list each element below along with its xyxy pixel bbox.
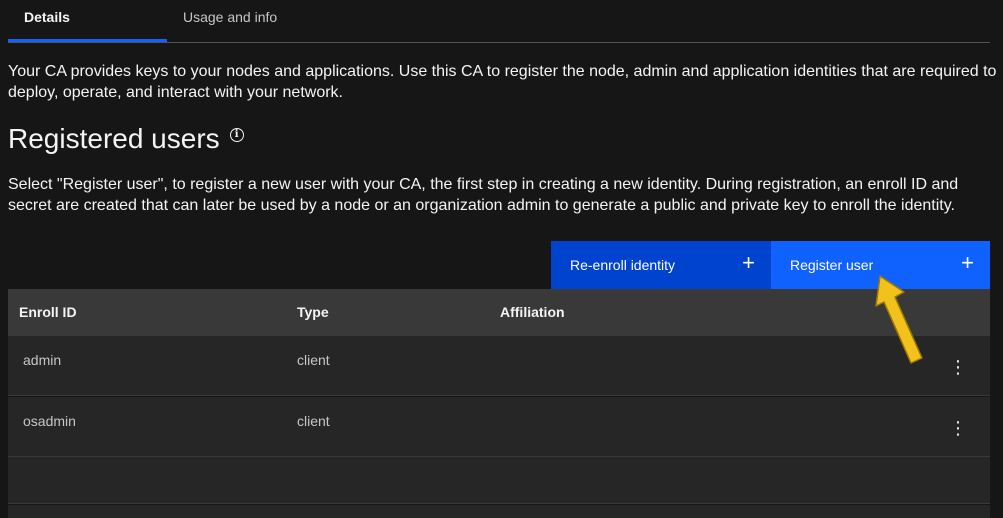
cell-type: client: [297, 413, 330, 429]
register-user-label: Register user: [790, 257, 874, 273]
registered-users-table: Enroll ID Type Affiliation admin client …: [8, 289, 990, 518]
tab-bar: Details Usage and info: [8, 0, 990, 43]
table-row[interactable]: osadmin client ⋮: [8, 397, 990, 457]
reenroll-identity-label: Re-enroll identity: [570, 257, 676, 273]
section-description: Select "Register user", to register a ne…: [8, 176, 959, 214]
overflow-menu-icon[interactable]: ⋮: [948, 358, 968, 378]
tab-usage-and-info[interactable]: Usage and info: [167, 0, 327, 42]
reenroll-identity-button[interactable]: Re-enroll identity +: [551, 241, 771, 289]
plus-icon: +: [742, 250, 755, 275]
page-title: Registered users i: [8, 121, 244, 157]
cell-enroll-id: osadmin: [23, 413, 76, 429]
table-header: Enroll ID Type Affiliation: [8, 289, 990, 336]
plus-icon: +: [961, 250, 974, 275]
tab-details[interactable]: Details: [8, 0, 167, 42]
empty-table-row: [8, 505, 990, 518]
empty-table-row: [8, 457, 990, 504]
info-icon[interactable]: i: [229, 128, 244, 142]
cell-enroll-id: admin: [23, 352, 62, 368]
column-header-enroll-id[interactable]: Enroll ID: [19, 304, 77, 320]
column-header-affiliation[interactable]: Affiliation: [500, 304, 565, 320]
cell-type: client: [297, 352, 330, 368]
registered-users-title: Registered users: [8, 123, 220, 154]
table-row[interactable]: admin client ⋮: [8, 336, 990, 396]
overflow-menu-icon[interactable]: ⋮: [948, 419, 968, 439]
annotation-arrow-icon: [875, 275, 923, 364]
column-header-type[interactable]: Type: [297, 304, 329, 320]
intro-text: Your CA provides keys to your nodes and …: [8, 63, 997, 101]
